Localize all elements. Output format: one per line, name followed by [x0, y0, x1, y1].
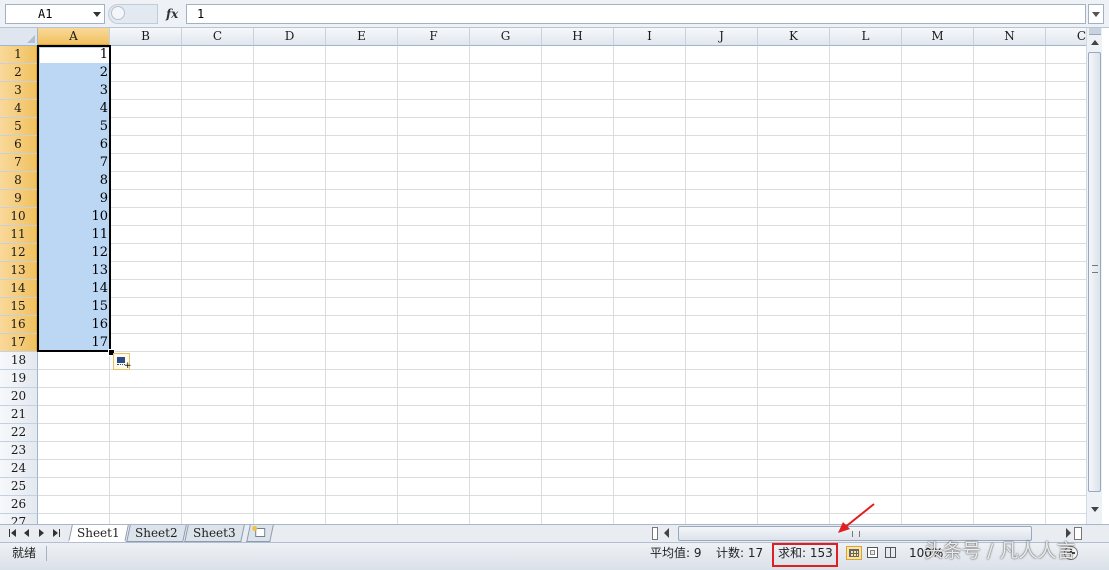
row-header[interactable]: 5 — [0, 118, 38, 136]
sheet-tab-label: Sheet3 — [193, 526, 236, 540]
name-box-value: A1 — [38, 7, 53, 21]
column-header[interactable]: H — [542, 28, 614, 46]
row-header[interactable]: 6 — [0, 136, 38, 154]
last-sheet-icon[interactable] — [51, 528, 61, 538]
row-header[interactable]: 26 — [0, 496, 38, 514]
cell-area[interactable] — [38, 46, 1086, 524]
sheet-tab-sheet2[interactable]: Sheet2 — [126, 525, 187, 542]
row-header[interactable]: 8 — [0, 172, 38, 190]
vertical-scroll-thumb[interactable] — [1088, 52, 1101, 492]
chevron-down-icon[interactable] — [93, 12, 101, 17]
column-header[interactable]: C — [182, 28, 254, 46]
formula-expand-button[interactable] — [1088, 4, 1104, 24]
status-average[interactable]: 平均值: 9 — [650, 543, 702, 563]
row-header[interactable]: 9 — [0, 190, 38, 208]
sheet-tab-sheet3[interactable]: Sheet3 — [184, 525, 245, 542]
column-header[interactable]: C — [1046, 28, 1086, 46]
insert-sheet-icon — [255, 528, 266, 537]
row-header[interactable]: 19 — [0, 370, 38, 388]
row-header[interactable]: 25 — [0, 478, 38, 496]
row-header[interactable]: 3 — [0, 82, 38, 100]
row-header[interactable]: 27 — [0, 514, 38, 524]
column-header[interactable]: L — [830, 28, 902, 46]
column-header[interactable]: B — [110, 28, 182, 46]
status-count[interactable]: 计数: 17 — [716, 543, 763, 563]
split-box-icon[interactable] — [1089, 28, 1101, 35]
column-header[interactable]: D — [254, 28, 326, 46]
row-header[interactable]: 23 — [0, 442, 38, 460]
row-header[interactable]: 22 — [0, 424, 38, 442]
red-arrow-annotation — [838, 503, 875, 533]
column-header[interactable]: K — [758, 28, 830, 46]
insert-sheet-button[interactable] — [246, 525, 274, 542]
column-header[interactable]: G — [470, 28, 542, 46]
row-header[interactable]: 21 — [0, 406, 38, 424]
row-header[interactable]: 10 — [0, 208, 38, 226]
row-header[interactable]: 16 — [0, 316, 38, 334]
row-header[interactable]: 7 — [0, 154, 38, 172]
page-break-view-icon[interactable] — [883, 546, 899, 560]
row-header[interactable]: 20 — [0, 388, 38, 406]
first-sheet-icon[interactable] — [9, 528, 19, 538]
grip-icon — [1092, 265, 1098, 273]
status-divider — [46, 546, 47, 561]
column-header[interactable]: E — [326, 28, 398, 46]
row-header[interactable]: 15 — [0, 298, 38, 316]
scroll-right-icon[interactable] — [1066, 528, 1071, 538]
formula-input[interactable]: 1 — [186, 4, 1086, 24]
sum-highlight-box — [772, 543, 838, 567]
formula-value: 1 — [197, 7, 205, 21]
worksheet-grid[interactable]: ABCDEFGHIJKLMNC 1 2 3 4 5 6 7 8 9 10 11 12 13 14 15 16 1… — [0, 28, 1086, 524]
row-header[interactable]: 2 — [0, 64, 38, 82]
select-all-button[interactable] — [0, 28, 38, 46]
row-header[interactable]: 13 — [0, 262, 38, 280]
selection-border — [37, 45, 111, 352]
column-header[interactable]: I — [614, 28, 686, 46]
status-ready: 就绪 — [12, 546, 37, 560]
name-box[interactable]: A1 — [5, 4, 105, 24]
page-layout-view-icon[interactable] — [865, 546, 881, 560]
row-header[interactable]: 4 — [0, 100, 38, 118]
column-header[interactable]: N — [974, 28, 1046, 46]
row-header[interactable]: 11 — [0, 226, 38, 244]
next-sheet-icon[interactable] — [37, 528, 47, 538]
row-header[interactable]: 1 — [0, 46, 38, 64]
scroll-up-icon[interactable] — [1088, 36, 1102, 50]
column-header[interactable]: M — [902, 28, 974, 46]
formula-bar: A1 fx 1 — [0, 0, 1109, 28]
row-header[interactable]: 14 — [0, 280, 38, 298]
sheet-tab-sheet1[interactable]: Sheet1 — [68, 525, 129, 542]
tab-split-handle[interactable] — [652, 527, 658, 540]
auto-fill-options-icon[interactable]: + — [113, 353, 132, 371]
row-header[interactable]: 18 — [0, 352, 38, 370]
watermark: 头条号 / 凡人人言 — [924, 540, 1076, 562]
column-header[interactable]: J — [686, 28, 758, 46]
formula-bar-handle-icon[interactable] — [111, 6, 125, 20]
scroll-down-icon[interactable] — [1088, 502, 1102, 516]
column-header[interactable]: A — [38, 28, 110, 46]
column-header[interactable]: F — [398, 28, 470, 46]
scroll-left-icon[interactable] — [664, 528, 669, 538]
row-header[interactable]: 12 — [0, 244, 38, 262]
insert-function-icon[interactable]: fx — [166, 4, 182, 24]
row-header[interactable]: 24 — [0, 460, 38, 478]
sheet-tab-label: Sheet2 — [135, 526, 178, 540]
row-header[interactable]: 17 — [0, 334, 38, 352]
previous-sheet-icon[interactable] — [22, 528, 32, 538]
vertical-scrollbar[interactable] — [1086, 28, 1102, 524]
normal-view-icon[interactable] — [846, 546, 862, 560]
sheet-tab-label: Sheet1 — [77, 526, 120, 540]
